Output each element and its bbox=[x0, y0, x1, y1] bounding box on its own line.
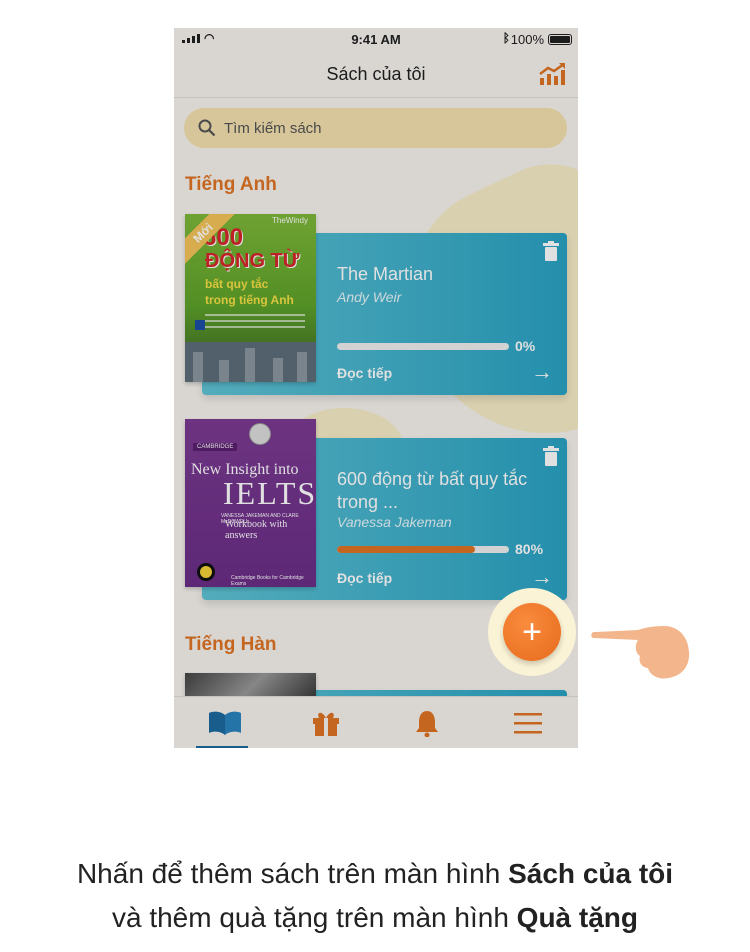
caption: Nhấn để thêm sách trên màn hình Sách của… bbox=[0, 852, 750, 940]
pointing-hand-icon bbox=[591, 626, 690, 679]
add-book-button[interactable]: + bbox=[503, 603, 561, 661]
caption-line-1: Nhấn để thêm sách trên màn hình Sách của… bbox=[76, 858, 674, 889]
caption-line-2: và thêm quà tặng trên màn hình Quà tặng bbox=[111, 902, 639, 933]
